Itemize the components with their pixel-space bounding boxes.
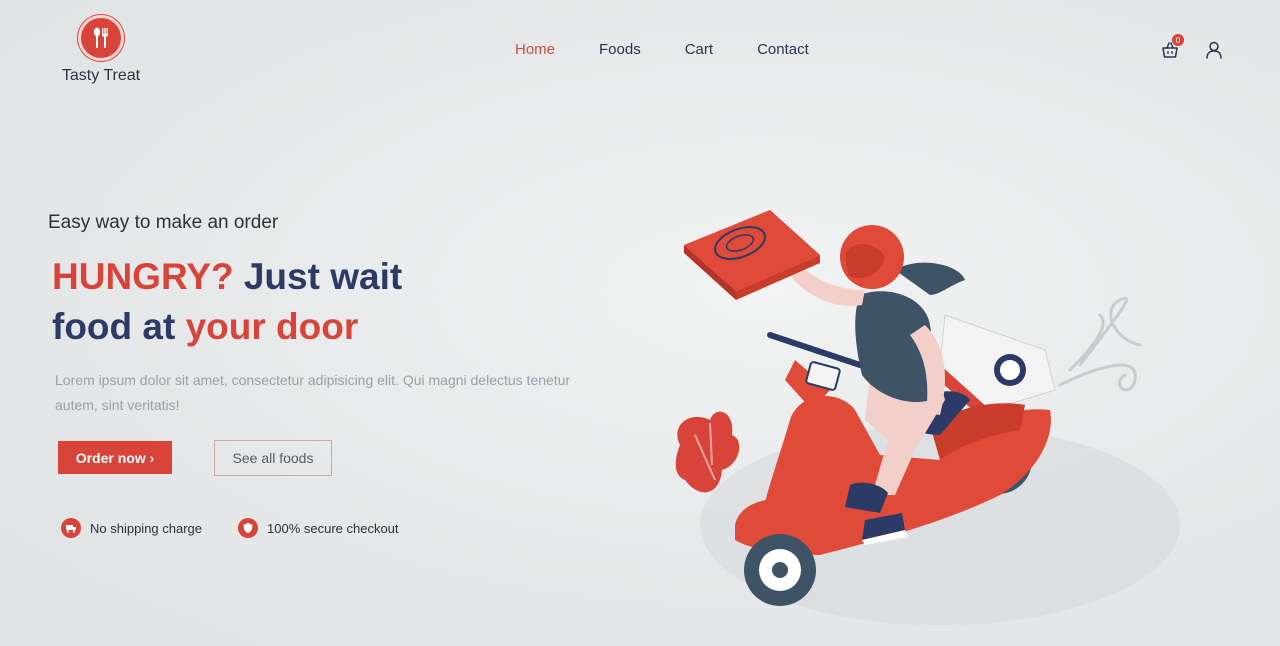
- user-account-button[interactable]: [1204, 40, 1224, 60]
- brand-logo[interactable]: Tasty Treat: [56, 15, 146, 85]
- cart-button[interactable]: 0: [1160, 34, 1184, 60]
- headline-food-at: food at: [52, 306, 186, 347]
- truck-icon: [61, 518, 81, 538]
- feature-secure-checkout: 100% secure checkout: [238, 518, 399, 538]
- feature-label: 100% secure checkout: [267, 520, 399, 536]
- brand-name: Tasty Treat: [61, 67, 141, 84]
- nav-item-contact[interactable]: Contact: [757, 41, 809, 58]
- nav-item-foods[interactable]: Foods: [599, 41, 641, 58]
- header-actions: 0: [1160, 34, 1224, 60]
- headline-hungry: HUNGRY?: [52, 256, 234, 297]
- wind-lines: [1058, 296, 1142, 392]
- see-all-foods-button[interactable]: See all foods: [214, 440, 332, 476]
- shield-icon: [238, 518, 258, 538]
- feature-label: No shipping charge: [90, 520, 203, 536]
- feature-no-shipping: No shipping charge: [61, 518, 202, 538]
- nav-item-cart[interactable]: Cart: [685, 41, 713, 58]
- fork-spoon-icon: [78, 15, 124, 61]
- cart-count-badge: 0: [1172, 34, 1184, 46]
- pizza-box: [684, 210, 820, 300]
- nav-item-home[interactable]: Home: [515, 41, 555, 58]
- delivery-scooter-illustration: [675, 210, 1180, 625]
- headline-just-wait: Just wait: [233, 256, 403, 297]
- headline-your-door: your door: [185, 306, 359, 347]
- hero-headline: HUNGRY? Just wait food at your door: [52, 252, 402, 352]
- user-icon: [1206, 41, 1222, 59]
- order-now-button[interactable]: Order now ›: [58, 441, 172, 474]
- hero-tagline: Easy way to make an order: [48, 212, 279, 233]
- main-nav: Home Foods Cart Contact: [515, 41, 853, 58]
- hero-description: Lorem ipsum dolor sit amet, consectetur …: [55, 372, 571, 413]
